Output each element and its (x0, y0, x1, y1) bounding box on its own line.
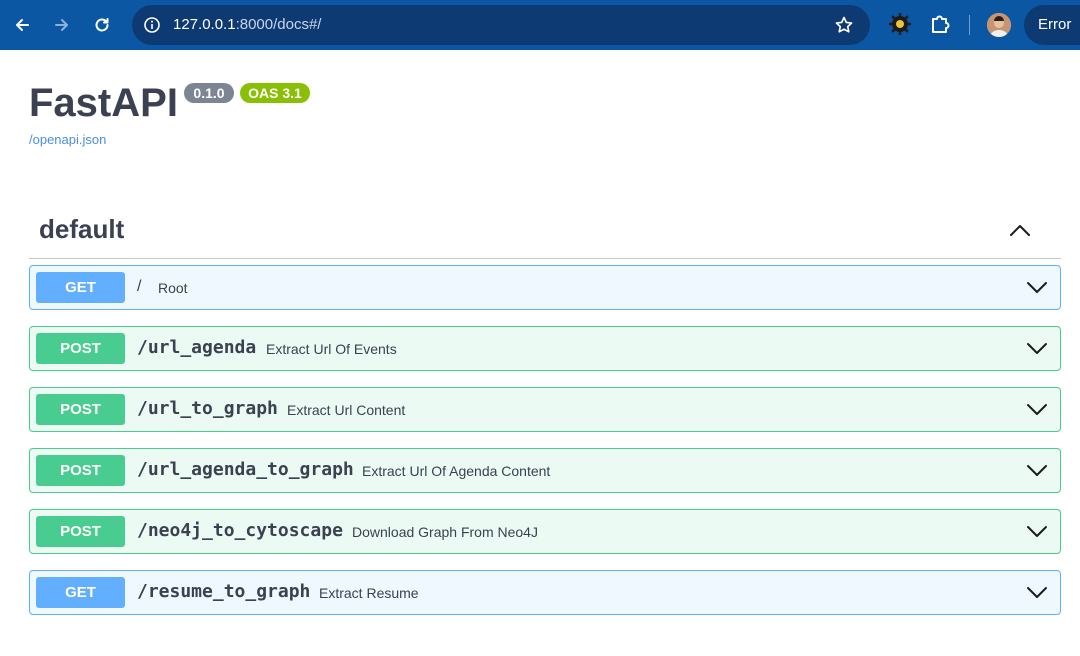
chevron-down-icon[interactable] (1026, 276, 1048, 298)
openapi-json-link[interactable]: /openapi.json (29, 132, 106, 147)
api-title: FastAPI (29, 81, 178, 125)
forward-button[interactable] (46, 9, 78, 41)
address-bar[interactable]: 127.0.0.1:8000/docs#/ (132, 5, 870, 45)
operation-summary: Root (158, 280, 188, 296)
arrow-right-icon (55, 19, 68, 31)
arrow-left-icon (16, 19, 29, 31)
operation-row[interactable]: GET /resume_to_graph Extract Resume (29, 570, 1061, 615)
toolbar-separator (969, 15, 970, 35)
star-icon (835, 16, 853, 33)
operation-path: /url_agenda (137, 337, 257, 358)
section-divider (29, 258, 1061, 259)
operation-summary: Extract Url Of Events (266, 341, 397, 357)
extension-button[interactable] (887, 11, 913, 42)
extensions-menu-button[interactable] (927, 11, 953, 42)
section-title[interactable]: default (39, 214, 124, 245)
section-collapse-button[interactable] (1006, 216, 1034, 244)
operation-row[interactable]: GET / Root (29, 265, 1061, 310)
method-badge: POST (36, 394, 125, 425)
operation-row[interactable]: POST /url_agenda Extract Url Of Events (29, 326, 1061, 371)
operation-path: /url_agenda_to_graph (137, 459, 354, 480)
operation-path: /resume_to_graph (137, 581, 311, 602)
url-host: 127.0.0.1 (173, 16, 236, 33)
chevron-down-icon[interactable] (1026, 520, 1048, 542)
operation-row[interactable]: POST /url_agenda_to_graph Extract Url Of… (29, 448, 1061, 493)
chevron-up-icon (1010, 225, 1030, 236)
chevron-down-icon[interactable] (1026, 398, 1048, 420)
site-info-button[interactable] (138, 11, 166, 39)
url-path: :8000/docs#/ (235, 16, 322, 33)
operation-path: / (137, 278, 142, 295)
site-info-icon (144, 17, 160, 33)
operation-summary: Extract Url Of Agenda Content (362, 463, 551, 479)
oas-badge: OAS 3.1 (240, 83, 310, 103)
bookmark-button[interactable] (834, 15, 854, 40)
operation-path: /url_to_graph (137, 398, 278, 419)
operation-path: /neo4j_to_cytoscape (137, 520, 343, 541)
profile-error-button[interactable]: Error (1024, 5, 1080, 45)
chevron-down-icon[interactable] (1026, 337, 1048, 359)
reload-icon (95, 18, 109, 32)
back-button[interactable] (6, 9, 38, 41)
chevron-down-icon[interactable] (1026, 581, 1048, 603)
version-badge: 0.1.0 (184, 83, 234, 103)
operation-summary: Extract Url Content (287, 402, 406, 418)
avatar-icon (987, 13, 1011, 37)
method-badge: POST (36, 455, 125, 486)
operation-summary: Download Graph From Neo4J (352, 524, 538, 540)
operation-row[interactable]: POST /url_to_graph Extract Url Content (29, 387, 1061, 432)
puzzle-icon (932, 15, 950, 33)
profile-avatar[interactable] (987, 13, 1011, 37)
chevron-down-icon[interactable] (1026, 459, 1048, 481)
method-badge: GET (36, 577, 125, 608)
browser-toolbar: 127.0.0.1:8000/docs#/ Error (0, 0, 1080, 50)
reload-button[interactable] (86, 9, 118, 41)
operation-summary: Extract Resume (319, 585, 419, 601)
url-text: 127.0.0.1:8000/docs#/ (173, 16, 321, 33)
extension-gear-icon (889, 13, 911, 35)
method-badge: POST (36, 516, 125, 547)
operation-row[interactable]: POST /neo4j_to_cytoscape Download Graph … (29, 509, 1061, 554)
method-badge: GET (36, 272, 125, 303)
method-badge: POST (36, 333, 125, 364)
